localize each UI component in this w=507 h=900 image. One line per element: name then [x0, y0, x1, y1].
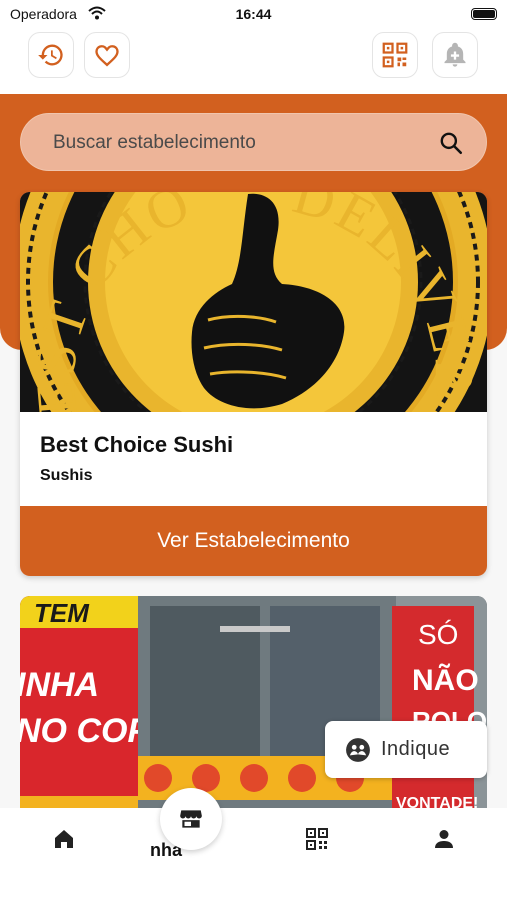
- favorites-button[interactable]: [84, 32, 130, 78]
- status-bar: Operadora 16:44: [0, 0, 507, 28]
- history-button[interactable]: [28, 32, 74, 78]
- nav-home[interactable]: [51, 826, 77, 852]
- search-bar[interactable]: [20, 113, 487, 171]
- history-icon: [38, 44, 63, 66]
- store-title: Best Choice Sushi: [40, 432, 234, 457]
- refer-friend-icon: [346, 737, 370, 762]
- nav-qr-code[interactable]: [304, 826, 330, 852]
- nav-profile[interactable]: [431, 826, 457, 852]
- qr-scan-icon: [382, 42, 408, 68]
- store-category: Sushis: [40, 467, 93, 484]
- bottom-nav: [0, 808, 507, 900]
- battery-icon: [471, 8, 497, 20]
- indique-label: Indique: [381, 738, 451, 760]
- notifications-button[interactable]: [432, 32, 478, 78]
- banner-line1: INHA: [20, 666, 99, 704]
- status-time: 16:44: [235, 6, 272, 22]
- sign-line1: SÓ: [418, 619, 458, 650]
- qr-code-icon: [306, 828, 328, 850]
- search-icon[interactable]: [438, 130, 464, 156]
- top-toolbar: [0, 28, 507, 94]
- sign-line2: NÃO: [412, 663, 479, 697]
- profile-icon: [435, 830, 453, 848]
- store-card[interactable]: BEST CHO DELIVER Best Choice Sushi Sushi…: [20, 192, 487, 576]
- store-image: BEST CHO DELIVER: [20, 192, 487, 412]
- search-input[interactable]: [51, 114, 425, 171]
- store-icon: [180, 810, 202, 828]
- nav-store-button[interactable]: [160, 788, 222, 850]
- qr-scan-button[interactable]: [372, 32, 418, 78]
- banner-top-text: TEM: [34, 598, 90, 628]
- home-icon: [55, 830, 73, 848]
- notification-add-icon: [444, 42, 466, 67]
- heart-icon: [95, 45, 119, 67]
- view-store-button[interactable]: Ver Estabelecimento: [20, 506, 487, 576]
- indique-button[interactable]: Indique: [325, 721, 487, 778]
